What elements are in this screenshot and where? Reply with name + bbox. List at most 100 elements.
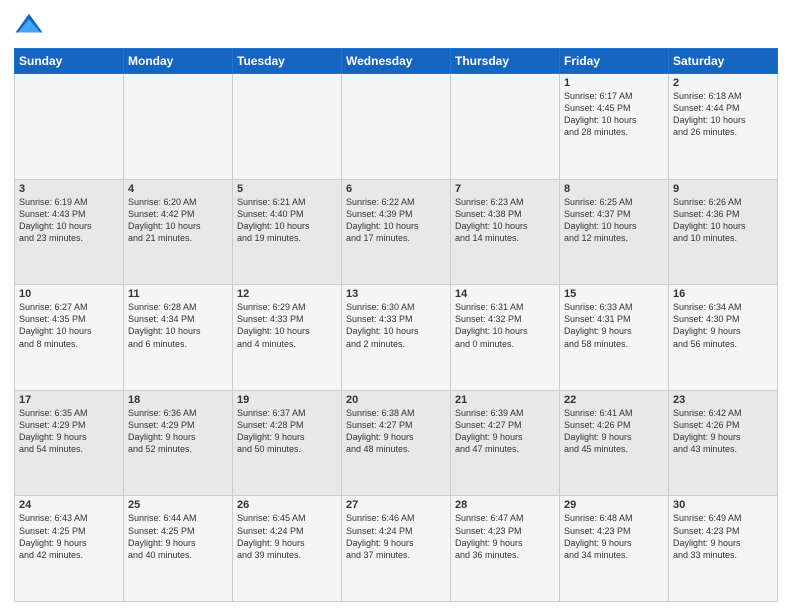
col-saturday: Saturday [669, 49, 778, 74]
table-row: 25Sunrise: 6:44 AM Sunset: 4:25 PM Dayli… [124, 496, 233, 602]
col-tuesday: Tuesday [233, 49, 342, 74]
day-number: 2 [673, 77, 773, 89]
day-number: 3 [19, 183, 119, 195]
table-row: 30Sunrise: 6:49 AM Sunset: 4:23 PM Dayli… [669, 496, 778, 602]
day-info: Sunrise: 6:27 AM Sunset: 4:35 PM Dayligh… [19, 301, 119, 350]
calendar-week-row: 10Sunrise: 6:27 AM Sunset: 4:35 PM Dayli… [15, 285, 778, 391]
col-friday: Friday [560, 49, 669, 74]
col-thursday: Thursday [451, 49, 560, 74]
logo [14, 10, 48, 40]
day-number: 29 [564, 499, 664, 511]
day-number: 8 [564, 183, 664, 195]
day-info: Sunrise: 6:35 AM Sunset: 4:29 PM Dayligh… [19, 407, 119, 456]
day-info: Sunrise: 6:39 AM Sunset: 4:27 PM Dayligh… [455, 407, 555, 456]
table-row [342, 74, 451, 180]
day-number: 14 [455, 288, 555, 300]
day-number: 7 [455, 183, 555, 195]
col-wednesday: Wednesday [342, 49, 451, 74]
day-info: Sunrise: 6:22 AM Sunset: 4:39 PM Dayligh… [346, 196, 446, 245]
day-number: 15 [564, 288, 664, 300]
table-row: 15Sunrise: 6:33 AM Sunset: 4:31 PM Dayli… [560, 285, 669, 391]
day-number: 1 [564, 77, 664, 89]
table-row: 29Sunrise: 6:48 AM Sunset: 4:23 PM Dayli… [560, 496, 669, 602]
calendar-week-row: 24Sunrise: 6:43 AM Sunset: 4:25 PM Dayli… [15, 496, 778, 602]
calendar-table: Sunday Monday Tuesday Wednesday Thursday… [14, 48, 778, 602]
table-row [124, 74, 233, 180]
day-number: 21 [455, 394, 555, 406]
day-info: Sunrise: 6:26 AM Sunset: 4:36 PM Dayligh… [673, 196, 773, 245]
table-row [451, 74, 560, 180]
table-row: 5Sunrise: 6:21 AM Sunset: 4:40 PM Daylig… [233, 179, 342, 285]
col-sunday: Sunday [15, 49, 124, 74]
table-row: 10Sunrise: 6:27 AM Sunset: 4:35 PM Dayli… [15, 285, 124, 391]
day-info: Sunrise: 6:30 AM Sunset: 4:33 PM Dayligh… [346, 301, 446, 350]
day-info: Sunrise: 6:33 AM Sunset: 4:31 PM Dayligh… [564, 301, 664, 350]
day-number: 22 [564, 394, 664, 406]
calendar-week-row: 3Sunrise: 6:19 AM Sunset: 4:43 PM Daylig… [15, 179, 778, 285]
table-row: 27Sunrise: 6:46 AM Sunset: 4:24 PM Dayli… [342, 496, 451, 602]
day-info: Sunrise: 6:46 AM Sunset: 4:24 PM Dayligh… [346, 512, 446, 561]
calendar-week-row: 17Sunrise: 6:35 AM Sunset: 4:29 PM Dayli… [15, 390, 778, 496]
table-row: 23Sunrise: 6:42 AM Sunset: 4:26 PM Dayli… [669, 390, 778, 496]
table-row: 7Sunrise: 6:23 AM Sunset: 4:38 PM Daylig… [451, 179, 560, 285]
table-row: 26Sunrise: 6:45 AM Sunset: 4:24 PM Dayli… [233, 496, 342, 602]
day-info: Sunrise: 6:21 AM Sunset: 4:40 PM Dayligh… [237, 196, 337, 245]
day-number: 24 [19, 499, 119, 511]
table-row [15, 74, 124, 180]
day-info: Sunrise: 6:45 AM Sunset: 4:24 PM Dayligh… [237, 512, 337, 561]
day-number: 30 [673, 499, 773, 511]
table-row: 6Sunrise: 6:22 AM Sunset: 4:39 PM Daylig… [342, 179, 451, 285]
logo-icon [14, 10, 44, 40]
day-info: Sunrise: 6:34 AM Sunset: 4:30 PM Dayligh… [673, 301, 773, 350]
day-number: 19 [237, 394, 337, 406]
day-info: Sunrise: 6:44 AM Sunset: 4:25 PM Dayligh… [128, 512, 228, 561]
day-number: 27 [346, 499, 446, 511]
day-info: Sunrise: 6:37 AM Sunset: 4:28 PM Dayligh… [237, 407, 337, 456]
table-row: 2Sunrise: 6:18 AM Sunset: 4:44 PM Daylig… [669, 74, 778, 180]
table-row: 18Sunrise: 6:36 AM Sunset: 4:29 PM Dayli… [124, 390, 233, 496]
day-number: 4 [128, 183, 228, 195]
day-number: 20 [346, 394, 446, 406]
day-number: 25 [128, 499, 228, 511]
day-number: 26 [237, 499, 337, 511]
table-row [233, 74, 342, 180]
day-number: 23 [673, 394, 773, 406]
table-row: 8Sunrise: 6:25 AM Sunset: 4:37 PM Daylig… [560, 179, 669, 285]
table-row: 3Sunrise: 6:19 AM Sunset: 4:43 PM Daylig… [15, 179, 124, 285]
day-info: Sunrise: 6:43 AM Sunset: 4:25 PM Dayligh… [19, 512, 119, 561]
day-number: 28 [455, 499, 555, 511]
day-info: Sunrise: 6:49 AM Sunset: 4:23 PM Dayligh… [673, 512, 773, 561]
table-row: 4Sunrise: 6:20 AM Sunset: 4:42 PM Daylig… [124, 179, 233, 285]
day-info: Sunrise: 6:18 AM Sunset: 4:44 PM Dayligh… [673, 90, 773, 139]
table-row: 19Sunrise: 6:37 AM Sunset: 4:28 PM Dayli… [233, 390, 342, 496]
day-number: 13 [346, 288, 446, 300]
day-info: Sunrise: 6:41 AM Sunset: 4:26 PM Dayligh… [564, 407, 664, 456]
day-info: Sunrise: 6:28 AM Sunset: 4:34 PM Dayligh… [128, 301, 228, 350]
day-number: 9 [673, 183, 773, 195]
day-number: 11 [128, 288, 228, 300]
table-row: 9Sunrise: 6:26 AM Sunset: 4:36 PM Daylig… [669, 179, 778, 285]
day-info: Sunrise: 6:19 AM Sunset: 4:43 PM Dayligh… [19, 196, 119, 245]
day-info: Sunrise: 6:48 AM Sunset: 4:23 PM Dayligh… [564, 512, 664, 561]
table-row: 1Sunrise: 6:17 AM Sunset: 4:45 PM Daylig… [560, 74, 669, 180]
table-row: 11Sunrise: 6:28 AM Sunset: 4:34 PM Dayli… [124, 285, 233, 391]
day-info: Sunrise: 6:25 AM Sunset: 4:37 PM Dayligh… [564, 196, 664, 245]
day-info: Sunrise: 6:38 AM Sunset: 4:27 PM Dayligh… [346, 407, 446, 456]
table-row: 17Sunrise: 6:35 AM Sunset: 4:29 PM Dayli… [15, 390, 124, 496]
table-row: 16Sunrise: 6:34 AM Sunset: 4:30 PM Dayli… [669, 285, 778, 391]
table-row: 21Sunrise: 6:39 AM Sunset: 4:27 PM Dayli… [451, 390, 560, 496]
day-info: Sunrise: 6:17 AM Sunset: 4:45 PM Dayligh… [564, 90, 664, 139]
day-info: Sunrise: 6:47 AM Sunset: 4:23 PM Dayligh… [455, 512, 555, 561]
page: Sunday Monday Tuesday Wednesday Thursday… [0, 0, 792, 612]
day-info: Sunrise: 6:36 AM Sunset: 4:29 PM Dayligh… [128, 407, 228, 456]
table-row: 12Sunrise: 6:29 AM Sunset: 4:33 PM Dayli… [233, 285, 342, 391]
col-monday: Monday [124, 49, 233, 74]
day-info: Sunrise: 6:42 AM Sunset: 4:26 PM Dayligh… [673, 407, 773, 456]
calendar-header-row: Sunday Monday Tuesday Wednesday Thursday… [15, 49, 778, 74]
table-row: 14Sunrise: 6:31 AM Sunset: 4:32 PM Dayli… [451, 285, 560, 391]
day-number: 12 [237, 288, 337, 300]
table-row: 24Sunrise: 6:43 AM Sunset: 4:25 PM Dayli… [15, 496, 124, 602]
table-row: 13Sunrise: 6:30 AM Sunset: 4:33 PM Dayli… [342, 285, 451, 391]
calendar-week-row: 1Sunrise: 6:17 AM Sunset: 4:45 PM Daylig… [15, 74, 778, 180]
table-row: 28Sunrise: 6:47 AM Sunset: 4:23 PM Dayli… [451, 496, 560, 602]
